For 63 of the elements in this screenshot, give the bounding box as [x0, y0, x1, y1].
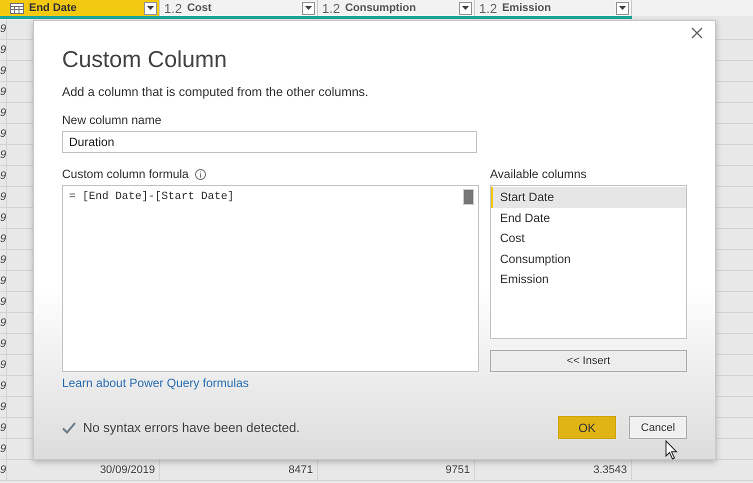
table-cell: 9 [0, 296, 6, 308]
caret-icon[interactable] [619, 6, 626, 10]
dropdown-button[interactable] [302, 2, 315, 14]
close-icon[interactable] [691, 27, 703, 39]
table-cell: 9 [0, 128, 6, 140]
column-header[interactable]: End Date [0, 0, 160, 16]
table-cell: 9 [0, 149, 6, 161]
table-cell: 9 [0, 233, 6, 245]
table-cell: 9 [0, 212, 6, 224]
dropdown-button[interactable] [616, 2, 629, 14]
cancel-button[interactable]: Cancel [629, 416, 687, 439]
insert-button[interactable]: << Insert [490, 350, 687, 372]
table-cell: 9 [0, 44, 6, 56]
table-cell: 9 [0, 170, 6, 182]
calendar-icon[interactable] [10, 2, 24, 14]
caret-icon[interactable] [305, 6, 312, 10]
info-icon[interactable] [194, 168, 206, 180]
column-name-field[interactable]: Duration [62, 131, 477, 153]
dialog-description: Add a column that is computed from the other columns. [62, 85, 370, 99]
type-label[interactable]: 1.2 [164, 0, 182, 16]
dropdown-button[interactable] [459, 2, 472, 14]
table-cell: 9 [0, 107, 6, 119]
list-item[interactable]: End Date [491, 208, 686, 228]
table-cell: 9 [0, 422, 6, 434]
checkmark-icon [62, 422, 76, 434]
table-cell: 9 [0, 464, 6, 476]
table-cell: 9 [0, 380, 6, 392]
dialog-title: Custom Column [62, 45, 228, 73]
scrollbar-thumb[interactable] [463, 189, 474, 205]
table-cell: 8471 [288, 464, 313, 476]
table-cell: 9 [0, 65, 6, 77]
table-cell: 9 [0, 191, 6, 203]
table-cell: 9 [0, 338, 6, 350]
status-message: No syntax errors have been detected. [83, 420, 300, 435]
columns-list[interactable]: Start Date End Date Cost Consumption Emission [490, 185, 687, 339]
mouse-pointer-icon [665, 440, 678, 460]
table-cell: 9 [0, 401, 6, 413]
help-link[interactable]: Learn about Power Query formulas [62, 376, 249, 390]
caret-icon[interactable] [462, 6, 469, 10]
field-label: New column name [62, 113, 162, 127]
table-cell: 9 [0, 359, 6, 371]
table-cell: 9 [0, 275, 6, 287]
list-item[interactable]: Consumption [491, 248, 686, 269]
list-item[interactable]: Cost [491, 228, 686, 248]
dropdown-button[interactable] [144, 2, 157, 14]
field-label: Available columns [490, 167, 586, 181]
table-cell: 30/09/2019 [100, 464, 155, 476]
formula-editor[interactable]: = [End Date]-[Start Date] [62, 185, 479, 372]
table-cell: 9 [0, 254, 6, 266]
table-cell: 3.3543 [593, 464, 627, 476]
type-label[interactable]: 1.2 [322, 0, 340, 16]
ok-button[interactable]: OK [558, 416, 616, 439]
caret-icon[interactable] [147, 6, 154, 10]
table-cell: 9 [0, 86, 6, 98]
list-item[interactable]: Emission [491, 269, 686, 290]
table-cell: 9 [0, 23, 6, 35]
formula-text: = [End Date]-[Start Date] [69, 191, 234, 203]
list-item[interactable]: Start Date [491, 187, 686, 208]
table-cell: 9751 [446, 464, 470, 476]
table-cell: 9 [0, 317, 6, 329]
field-label: Custom column formula [62, 167, 189, 181]
table-cell: 9 [0, 443, 6, 455]
type-label[interactable]: 1.2 [479, 0, 498, 16]
